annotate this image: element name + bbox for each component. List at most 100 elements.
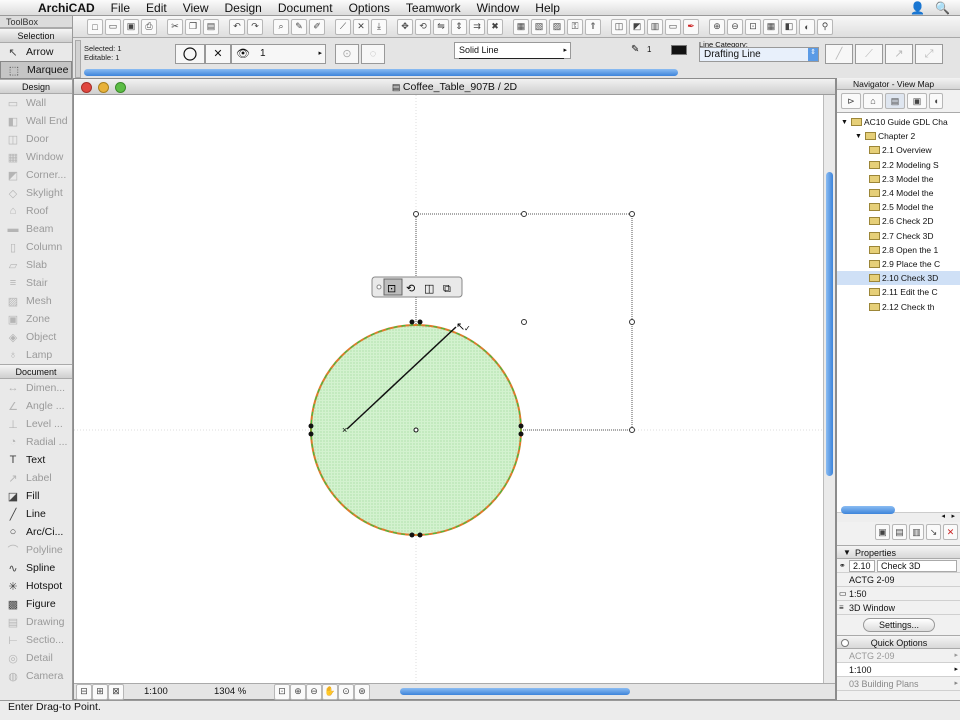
drafting-option-4-icon[interactable]: ⤢	[915, 44, 943, 64]
tool-hotspot[interactable]: ✳ Hotspot	[0, 577, 72, 595]
tool-drawing[interactable]: ▤ Drawing	[0, 613, 72, 631]
save-view-icon[interactable]: ↘	[926, 524, 941, 540]
close-window-icon[interactable]	[81, 82, 92, 93]
mirror-icon[interactable]: ⇋	[433, 18, 449, 35]
layer-toggle-icon[interactable]: ⊞	[92, 683, 108, 700]
drafting-option-3-icon[interactable]: ↗	[885, 44, 913, 64]
tool-radial[interactable]: ◔ Radial ...	[0, 433, 72, 451]
offset-icon[interactable]: ⇉	[469, 18, 485, 35]
red-pen-icon[interactable]: ✒	[683, 18, 699, 35]
tool-camera[interactable]: ◍ Camera	[0, 667, 72, 685]
publisher-icon[interactable]: ◖	[929, 93, 943, 109]
geometry-method-button[interactable]	[175, 44, 205, 64]
grid-icon[interactable]: ▦	[763, 18, 779, 35]
offset-node-icon[interactable]: ⧉	[443, 282, 451, 295]
scroll-right-icon[interactable]: ▸	[951, 512, 955, 520]
tool-mesh[interactable]: ▨ Mesh	[0, 292, 72, 310]
walk-icon[interactable]: ⚲	[817, 18, 833, 35]
mirror-node-icon[interactable]: ◫	[424, 282, 434, 295]
infobox-scroll-thumb[interactable]	[84, 69, 678, 76]
view-map-item[interactable]: 2.3 Model the	[837, 172, 960, 186]
tool-label[interactable]: ↗ Label	[0, 469, 72, 487]
scroll-left-icon[interactable]: ◂	[941, 512, 945, 520]
menu-help[interactable]: Help	[527, 1, 568, 15]
view-map-item[interactable]: 2.11 Edit the C	[837, 285, 960, 299]
layer-select[interactable]: 👁 1 ▸	[231, 44, 326, 64]
menu-view[interactable]: View	[175, 1, 217, 15]
zoom-in-icon[interactable]: ⊕	[709, 18, 725, 35]
view-map-item[interactable]: 2.5 Model the	[837, 200, 960, 214]
zoom-out-icon[interactable]: ⊖	[306, 683, 322, 700]
intersect-icon[interactable]: ✕	[353, 18, 369, 35]
pen-select[interactable]: ✎ 1	[631, 44, 689, 58]
section-view-icon[interactable]: ▥	[647, 18, 663, 35]
quick-options-header[interactable]: Quick Options	[837, 635, 960, 649]
vertical-scrollbar[interactable]	[823, 95, 835, 685]
menu-edit[interactable]: Edit	[138, 1, 175, 15]
tool-lamp[interactable]: ♁ Lamp	[0, 346, 72, 364]
save-icon[interactable]: ▣	[123, 18, 139, 35]
view-map-item[interactable]: 2.2 Modeling S	[837, 158, 960, 172]
layer-combination-row[interactable]: ACTG 2-09	[837, 573, 960, 587]
menu-window[interactable]: Window	[469, 1, 528, 15]
delete-view-icon[interactable]: ✕	[943, 524, 958, 540]
clone-folder-icon[interactable]: ▤	[892, 524, 907, 540]
view-map-item[interactable]: 2.6 Check 2D	[837, 214, 960, 228]
drafting-option-1-icon[interactable]: ╱	[825, 44, 853, 64]
ungroup-icon[interactable]: ▧	[531, 18, 547, 35]
print-icon[interactable]: ⎙	[141, 18, 157, 35]
arc-center-icon[interactable]: ⊙	[335, 44, 359, 64]
scale-row[interactable]: ▭ 1:50	[837, 587, 960, 601]
zoom-window-icon[interactable]	[115, 82, 126, 93]
menu-document[interactable]: Document	[270, 1, 341, 15]
project-map-icon[interactable]: ⊳	[841, 93, 861, 109]
tool-fill[interactable]: ◪ Fill	[0, 487, 72, 505]
tool-corner[interactable]: ◩ Corner...	[0, 166, 72, 184]
tool-skylight[interactable]: ◇ Skylight	[0, 184, 72, 202]
tool-detail[interactable]: ◎ Detail	[0, 649, 72, 667]
tool-line[interactable]: ╱ Line	[0, 505, 72, 523]
view-3d-icon[interactable]: ◩	[629, 18, 645, 35]
layout-icon[interactable]: ▭	[665, 18, 681, 35]
view-map-item[interactable]: 2.8 Open the 1	[837, 243, 960, 257]
drafting-option-2-icon[interactable]: ⟋	[855, 44, 883, 64]
line-type-select[interactable]: Solid Line ▸	[454, 42, 571, 59]
tool-marquee[interactable]: ⬚ Marquee	[0, 61, 72, 79]
disclosure-triangle-icon[interactable]: ▼	[855, 133, 862, 140]
tool-roof[interactable]: ⌂ Roof	[0, 202, 72, 220]
zoom-readout[interactable]: 1304 %	[214, 686, 274, 697]
tool-door[interactable]: ◫ Door	[0, 130, 72, 148]
tool-sectio[interactable]: ⊢ Sectio...	[0, 631, 72, 649]
tool-level[interactable]: ⊥ Level ...	[0, 415, 72, 433]
tool-spline[interactable]: ∿ Spline	[0, 559, 72, 577]
tool-column[interactable]: ▯ Column	[0, 238, 72, 256]
paste-icon[interactable]: ▤	[203, 18, 219, 35]
view-map-item[interactable]: ▼ Chapter 2	[837, 129, 960, 143]
tool-arc-ci[interactable]: ○ Arc/Ci...	[0, 523, 72, 541]
tree-horizontal-thumb[interactable]	[841, 506, 895, 514]
copy-icon[interactable]: ❐	[185, 18, 201, 35]
window-titlebar[interactable]: ▤ Coffee_Table_907B / 2D	[74, 79, 835, 95]
tool-object[interactable]: ◈ Object	[0, 328, 72, 346]
suspend-groups-icon[interactable]: ▨	[549, 18, 565, 35]
trace-icon[interactable]: ◧	[781, 18, 797, 35]
gravity-icon[interactable]: ⤓	[371, 18, 387, 35]
spotlight-search-icon[interactable]: 🔍	[935, 1, 950, 15]
horizontal-scrollbar[interactable]	[400, 687, 640, 697]
menu-options[interactable]: Options	[341, 1, 398, 15]
minimize-window-icon[interactable]	[98, 82, 109, 93]
app-menu[interactable]: ArchiCAD	[30, 1, 103, 15]
tool-zone[interactable]: ▣ Zone	[0, 310, 72, 328]
drawing-canvas[interactable]: × ↖ ✓ ⊡ ⟲ ◫ ⧉	[74, 95, 824, 685]
window-type-row[interactable]: ≡ 3D Window	[837, 601, 960, 615]
tool-wall[interactable]: ▭ Wall	[0, 94, 72, 112]
menu-design[interactable]: Design	[217, 1, 270, 15]
horizontal-scroll-thumb[interactable]	[400, 687, 630, 695]
view-map-icon[interactable]: ▤	[885, 93, 905, 109]
view-map-item[interactable]: 2.9 Place the C	[837, 257, 960, 271]
zoom-next-icon[interactable]: ⊛	[354, 683, 370, 700]
elevate-icon[interactable]: ⇕	[451, 18, 467, 35]
zoom-in-icon[interactable]: ⊕	[290, 683, 306, 700]
tool-wall-end[interactable]: ◧ Wall End	[0, 112, 72, 130]
tool-stair[interactable]: ≡ Stair	[0, 274, 72, 292]
